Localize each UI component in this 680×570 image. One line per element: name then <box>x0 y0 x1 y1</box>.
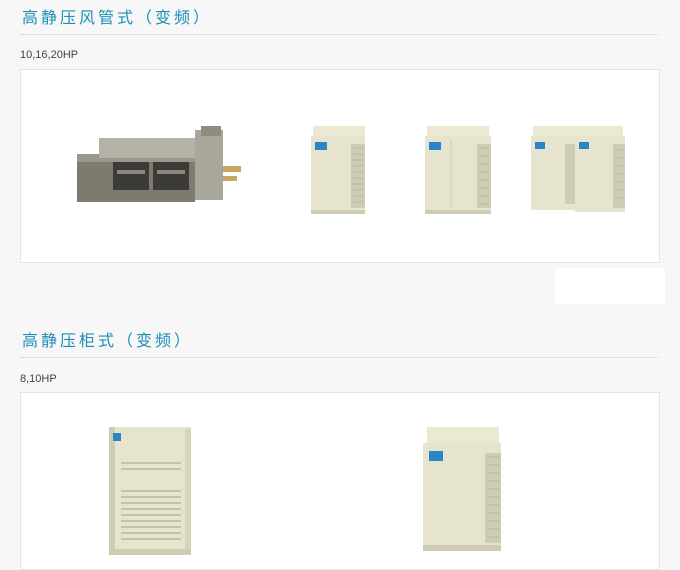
ducted-indoor-unit-icon[interactable] <box>77 126 245 204</box>
product-panel <box>20 392 660 570</box>
section-divider <box>20 34 658 35</box>
section-title: 高静压风管式（变频） <box>22 8 213 27</box>
outdoor-unit-combo-icon[interactable] <box>531 126 627 216</box>
outdoor-unit-double-icon[interactable] <box>425 126 493 216</box>
cabinet-indoor-unit-icon[interactable] <box>109 427 195 557</box>
blank-box <box>555 268 665 304</box>
outdoor-unit-single-icon[interactable] <box>311 126 367 216</box>
outdoor-unit-single-icon[interactable] <box>423 427 503 553</box>
spec-label: 10,16,20HP <box>20 49 79 61</box>
product-panel <box>20 69 660 263</box>
section-title: 高静压柜式（变频） <box>22 331 194 350</box>
section-divider <box>20 357 658 358</box>
spec-label: 8,10HP <box>20 373 57 385</box>
